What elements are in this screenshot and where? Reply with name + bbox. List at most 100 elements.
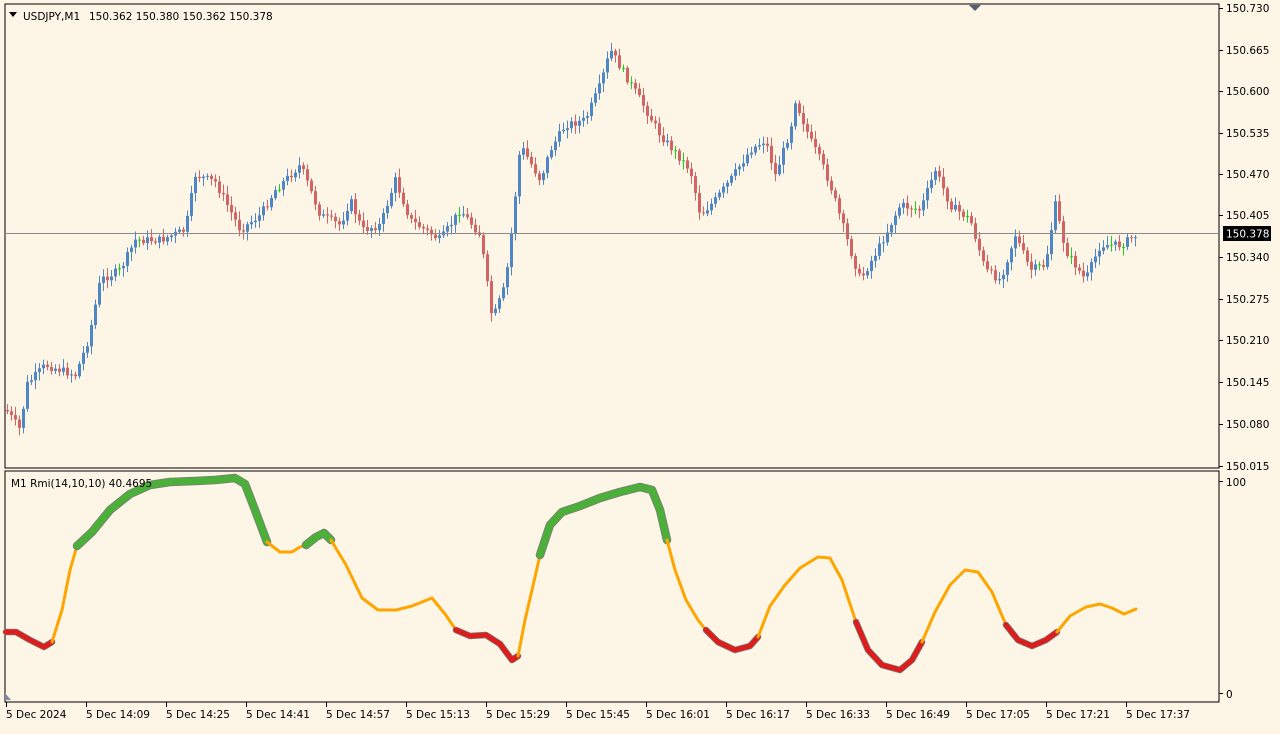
candle-body xyxy=(434,234,437,238)
candle-body xyxy=(146,237,149,244)
time-axis-label: 5 Dec 2024 xyxy=(6,709,67,721)
candle-body xyxy=(594,93,597,103)
candle-body xyxy=(894,215,897,226)
candle-body xyxy=(734,169,737,176)
candle-body xyxy=(58,368,61,372)
candle-body xyxy=(182,229,185,232)
candle-body xyxy=(846,223,849,240)
candle-body xyxy=(910,208,913,210)
candle-body xyxy=(522,148,525,155)
rmi-segment-up xyxy=(302,529,335,549)
candle-body xyxy=(422,226,425,229)
candle-body xyxy=(950,201,953,210)
candle-body xyxy=(978,238,981,251)
candle-body xyxy=(66,367,69,376)
candle-body xyxy=(1078,267,1081,271)
candle-body xyxy=(466,214,469,218)
candle-body xyxy=(142,239,145,244)
candle-body xyxy=(530,156,533,165)
price-axis-label: 150.015 xyxy=(1226,461,1269,473)
candle-body xyxy=(454,214,457,225)
candle-body xyxy=(1118,241,1121,248)
candle-body xyxy=(1130,237,1133,239)
candle-body xyxy=(1058,201,1061,222)
candle-body xyxy=(966,216,969,218)
rmi-segment-neu xyxy=(50,544,79,644)
candle-body xyxy=(1046,254,1049,267)
rmi-segment-neu xyxy=(516,553,542,658)
candle-body xyxy=(198,176,201,179)
price-chart-panel[interactable]: USDJPY,M1 150.362 150.380 150.362 150.37… xyxy=(4,3,1220,469)
time-axis-label: 5 Dec 15:13 xyxy=(406,709,470,721)
candle-body xyxy=(102,276,105,283)
time-axis[interactable]: 5 Dec 2024 5 Dec 14:09 5 Dec 14:25 5 Dec 14… xyxy=(6,702,1190,721)
symbol-dropdown-icon[interactable] xyxy=(9,12,17,17)
candle-body xyxy=(322,214,325,216)
price-axis-label: 150.275 xyxy=(1226,294,1269,306)
candle-body xyxy=(74,374,77,377)
candle-body xyxy=(790,126,793,143)
chart-canvas[interactable]: USDJPY,M1 150.362 150.380 150.362 150.37… xyxy=(0,0,1280,730)
rmi-indicator-panel[interactable]: M1 Rmi(14,10,10) 40.4695 xyxy=(2,470,1220,703)
candle-body xyxy=(6,410,9,412)
candle-body xyxy=(934,170,937,180)
candle-body xyxy=(274,190,277,199)
candle-body xyxy=(990,269,993,271)
candle-body xyxy=(706,210,709,214)
candle-body xyxy=(962,211,965,217)
current-price-tag: 150.378 xyxy=(1223,226,1271,241)
chart-shift-marker-icon[interactable] xyxy=(969,5,981,11)
candle-body xyxy=(674,150,677,152)
candle-body xyxy=(398,177,401,193)
candle-body xyxy=(1054,201,1057,231)
symbol-label[interactable]: USDJPY,M1 xyxy=(23,11,80,23)
candle-body xyxy=(550,150,553,158)
price-axis-label: 150.080 xyxy=(1226,419,1269,431)
time-axis-label: 5 Dec 16:49 xyxy=(886,709,950,721)
rmi-segment-neu xyxy=(920,568,1008,644)
candle-body xyxy=(526,148,529,157)
candle-body xyxy=(1110,244,1113,246)
indicator-axis-min: 0 xyxy=(1226,689,1233,701)
candle-body xyxy=(338,221,341,225)
candle-body xyxy=(258,215,261,221)
candle-body xyxy=(974,223,977,239)
candle-body xyxy=(710,203,713,211)
candle-body xyxy=(510,233,513,268)
candle-body xyxy=(382,212,385,224)
candle-body xyxy=(1002,274,1005,280)
candle-body xyxy=(90,324,93,347)
price-axis-label: 150.730 xyxy=(1226,3,1269,15)
candle-body xyxy=(542,173,545,181)
candle-body xyxy=(1134,237,1137,239)
rmi-segment-neu xyxy=(329,538,458,632)
time-axis-label: 5 Dec 17:21 xyxy=(1046,709,1110,721)
candle-body xyxy=(578,120,581,126)
candle-body xyxy=(154,241,157,243)
candle-body xyxy=(534,164,537,174)
candle-body xyxy=(1022,243,1025,251)
candle-body xyxy=(262,206,265,216)
candle-body xyxy=(302,165,305,170)
candle-body xyxy=(1102,247,1105,251)
candle-body xyxy=(86,346,89,353)
candle-body xyxy=(714,197,717,204)
candle-body xyxy=(438,235,441,238)
panel-corner-icon xyxy=(5,693,11,700)
candle-body xyxy=(98,282,101,305)
candle-body xyxy=(918,208,921,211)
rmi-segment-down xyxy=(3,629,55,650)
candle-body xyxy=(210,175,213,180)
candle-body xyxy=(418,222,421,227)
candle-body xyxy=(870,260,873,272)
time-axis-label: 5 Dec 17:37 xyxy=(1126,709,1190,721)
candle-body xyxy=(610,50,613,59)
candle-body xyxy=(778,164,781,175)
candle-body xyxy=(698,192,701,213)
candle-body xyxy=(294,172,297,178)
candle-body xyxy=(586,116,589,118)
candle-body xyxy=(678,150,681,161)
candle-body xyxy=(82,352,85,364)
candle-body xyxy=(206,175,209,177)
time-axis-label: 5 Dec 14:09 xyxy=(86,709,150,721)
